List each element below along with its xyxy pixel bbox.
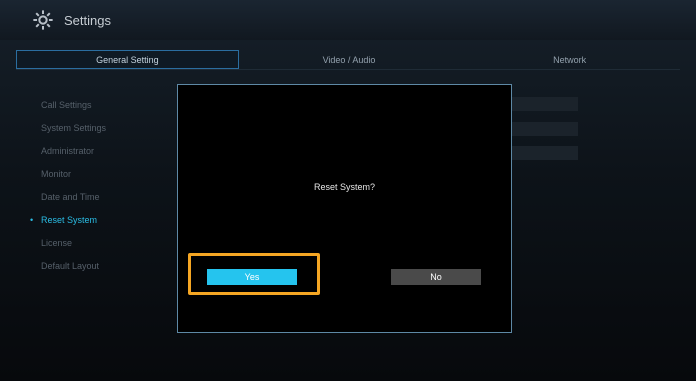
tab-network[interactable]: Network (459, 50, 680, 69)
sidebar-item-default-layout[interactable]: Default Layout (30, 259, 170, 282)
sidebar-item-system-settings[interactable]: System Settings (30, 121, 170, 144)
sidebar-item-administrator[interactable]: Administrator (30, 144, 170, 167)
sidebar-item-call-settings[interactable]: Call Settings (30, 98, 170, 121)
dialog-message: Reset System? (313, 182, 376, 192)
sidebar-item-reset-system[interactable]: • Reset System (30, 213, 170, 236)
background-field (512, 146, 578, 160)
app-title: Settings (64, 12, 111, 28)
sidebar-item-date-and-time[interactable]: Date and Time (30, 190, 170, 213)
top-bar: Settings (0, 0, 696, 40)
sidebar-item-license[interactable]: License (30, 236, 170, 259)
reset-confirm-dialog: Reset System? Yes No (177, 84, 512, 333)
settings-tabs: General Setting Video / Audio Network (16, 50, 680, 70)
gear-icon (32, 9, 54, 31)
sidebar-item-monitor[interactable]: Monitor (30, 167, 170, 190)
yes-button[interactable]: Yes (207, 269, 297, 285)
sidebar-item-label: Reset System (41, 215, 98, 225)
background-field (512, 122, 578, 136)
no-button[interactable]: No (391, 269, 481, 285)
settings-screen: Settings General Setting Video / Audio N… (0, 0, 696, 381)
tab-general-setting[interactable]: General Setting (16, 50, 239, 69)
sidebar-menu: Call Settings System Settings Administra… (30, 98, 170, 282)
tab-video-audio[interactable]: Video / Audio (239, 50, 460, 69)
background-field (512, 97, 578, 111)
selection-marker-icon: • (30, 215, 34, 225)
